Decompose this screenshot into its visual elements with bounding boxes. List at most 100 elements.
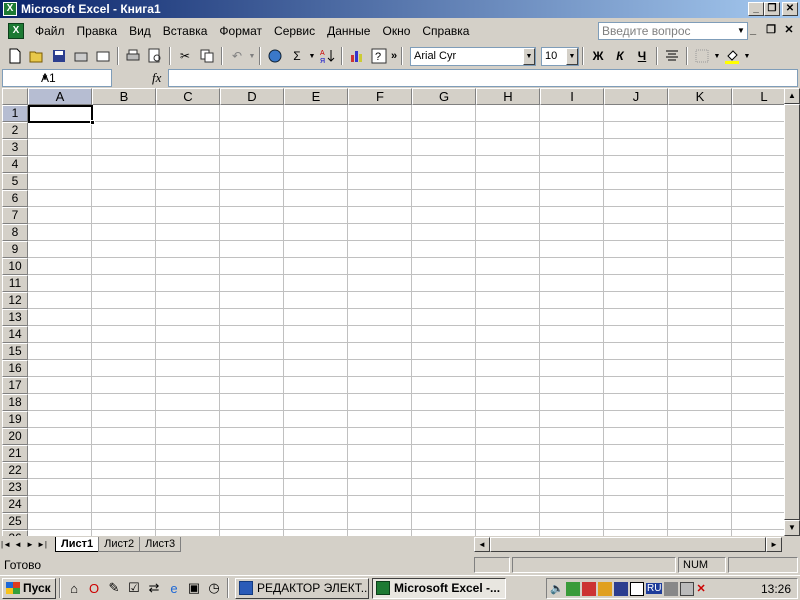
align-center-icon[interactable]: [661, 45, 683, 67]
column-header-j[interactable]: J: [604, 88, 668, 105]
font-name-select[interactable]: Arial Cyr ▼: [410, 46, 536, 66]
font-dropdown-icon[interactable]: ▼: [523, 47, 535, 65]
cut-icon[interactable]: ✂: [174, 45, 196, 67]
last-sheet-icon[interactable]: ►|: [36, 538, 48, 552]
row-header-7[interactable]: 7: [2, 207, 28, 224]
column-header-i[interactable]: I: [540, 88, 604, 105]
row-header-16[interactable]: 16: [2, 360, 28, 377]
fill-color-icon[interactable]: [721, 45, 743, 67]
hyperlink-icon[interactable]: [264, 45, 286, 67]
scroll-up-icon[interactable]: ▲: [784, 88, 800, 104]
row-header-15[interactable]: 15: [2, 343, 28, 360]
row-header-25[interactable]: 25: [2, 513, 28, 530]
menu-tools[interactable]: Сервис: [268, 24, 321, 38]
task-word[interactable]: РЕДАКТОР ЭЛЕКТ...: [235, 577, 369, 599]
column-header-e[interactable]: E: [284, 88, 348, 105]
copy-icon[interactable]: [196, 45, 218, 67]
excel-icon[interactable]: X: [3, 2, 17, 16]
row-header-12[interactable]: 12: [2, 292, 28, 309]
row-header-2[interactable]: 2: [2, 122, 28, 139]
quicklaunch-network-icon[interactable]: ⇄: [144, 578, 164, 598]
horizontal-scroll-thumb[interactable]: [490, 537, 766, 552]
sheet-tab-2[interactable]: Лист2: [98, 537, 141, 552]
size-dropdown-icon[interactable]: ▼: [566, 47, 578, 65]
quicklaunch-opera-icon[interactable]: O: [84, 578, 104, 598]
tray-app-icon-6[interactable]: [664, 581, 679, 596]
workbook-icon[interactable]: X: [8, 23, 24, 39]
menu-format[interactable]: Формат: [213, 24, 268, 38]
quicklaunch-clock-icon[interactable]: ◷: [204, 578, 224, 598]
open-icon[interactable]: [26, 45, 48, 67]
sheet-tab-1[interactable]: Лист1: [55, 537, 100, 552]
menu-help[interactable]: Справка: [416, 24, 475, 38]
fill-color-dropdown-icon[interactable]: ▼: [743, 53, 751, 60]
autosum-icon[interactable]: Σ: [286, 45, 308, 67]
menu-view[interactable]: Вид: [123, 24, 157, 38]
scroll-left-icon[interactable]: ◄: [474, 537, 490, 552]
quicklaunch-tool-icon[interactable]: ✎: [104, 578, 124, 598]
horizontal-scrollbar[interactable]: ◄ ►: [474, 537, 782, 552]
row-header-3[interactable]: 3: [2, 139, 28, 156]
doc-restore-button[interactable]: ❐: [762, 23, 780, 39]
permission-icon[interactable]: [70, 45, 92, 67]
save-icon[interactable]: [48, 45, 70, 67]
undo-icon[interactable]: ↶: [226, 45, 248, 67]
fx-icon[interactable]: fx: [152, 70, 161, 86]
sheet-tab-3[interactable]: Лист3: [139, 537, 182, 552]
tray-app-icon-2[interactable]: [582, 581, 596, 596]
row-header-20[interactable]: 20: [2, 428, 28, 445]
print-icon[interactable]: [122, 45, 144, 67]
volume-icon[interactable]: 🔈: [550, 582, 564, 596]
toolbar-overflow-icon[interactable]: »: [390, 50, 398, 62]
row-header-4[interactable]: 4: [2, 156, 28, 173]
row-header-13[interactable]: 13: [2, 309, 28, 326]
clock[interactable]: 13:26: [761, 582, 791, 596]
row-header-21[interactable]: 21: [2, 445, 28, 462]
active-cell[interactable]: [28, 105, 95, 125]
bold-button[interactable]: Ж: [587, 45, 609, 67]
menu-edit[interactable]: Правка: [71, 24, 124, 38]
row-header-10[interactable]: 10: [2, 258, 28, 275]
quicklaunch-check-icon[interactable]: ☑: [124, 578, 144, 598]
next-sheet-icon[interactable]: ►: [24, 538, 36, 552]
font-size-select[interactable]: 10 ▼: [541, 46, 579, 66]
column-header-f[interactable]: F: [348, 88, 412, 105]
tray-app-icon-7[interactable]: [680, 581, 695, 596]
row-header-11[interactable]: 11: [2, 275, 28, 292]
language-indicator[interactable]: RU: [646, 583, 663, 594]
column-header-c[interactable]: C: [156, 88, 220, 105]
doc-close-button[interactable]: ✕: [780, 23, 798, 39]
new-icon[interactable]: [4, 45, 26, 67]
borders-icon[interactable]: [691, 45, 713, 67]
row-header-23[interactable]: 23: [2, 479, 28, 496]
select-all-button[interactable]: [2, 88, 28, 105]
prev-sheet-icon[interactable]: ◄: [12, 538, 24, 552]
tray-app-icon-4[interactable]: [614, 581, 628, 596]
email-icon[interactable]: [92, 45, 114, 67]
minimize-button[interactable]: _: [748, 2, 764, 16]
name-box[interactable]: A1 ▼: [2, 69, 112, 87]
fill-handle[interactable]: [90, 120, 95, 125]
row-header-24[interactable]: 24: [2, 496, 28, 513]
cells-area[interactable]: [28, 105, 784, 536]
name-box-dropdown-icon[interactable]: ▼: [41, 73, 107, 82]
quicklaunch-tv-icon[interactable]: ▣: [184, 578, 204, 598]
quicklaunch-ie-icon[interactable]: e: [164, 578, 184, 598]
first-sheet-icon[interactable]: |◄: [0, 538, 12, 552]
row-header-1[interactable]: 1: [2, 105, 28, 122]
row-header-18[interactable]: 18: [2, 394, 28, 411]
autosum-dropdown-icon[interactable]: ▼: [308, 53, 316, 60]
vertical-scroll-thumb[interactable]: [784, 104, 800, 520]
tray-app-icon-1[interactable]: [566, 581, 580, 596]
menu-data[interactable]: Данные: [321, 24, 376, 38]
sort-icon[interactable]: AЯ: [316, 45, 338, 67]
scroll-right-icon[interactable]: ►: [766, 537, 782, 552]
scroll-down-icon[interactable]: ▼: [784, 520, 800, 536]
menu-file[interactable]: Файл: [29, 24, 71, 38]
borders-dropdown-icon[interactable]: ▼: [713, 53, 721, 60]
help-icon[interactable]: ?: [368, 45, 390, 67]
print-preview-icon[interactable]: [144, 45, 166, 67]
column-header-a[interactable]: A: [28, 88, 92, 105]
row-header-5[interactable]: 5: [2, 173, 28, 190]
menu-window[interactable]: Окно: [376, 24, 416, 38]
